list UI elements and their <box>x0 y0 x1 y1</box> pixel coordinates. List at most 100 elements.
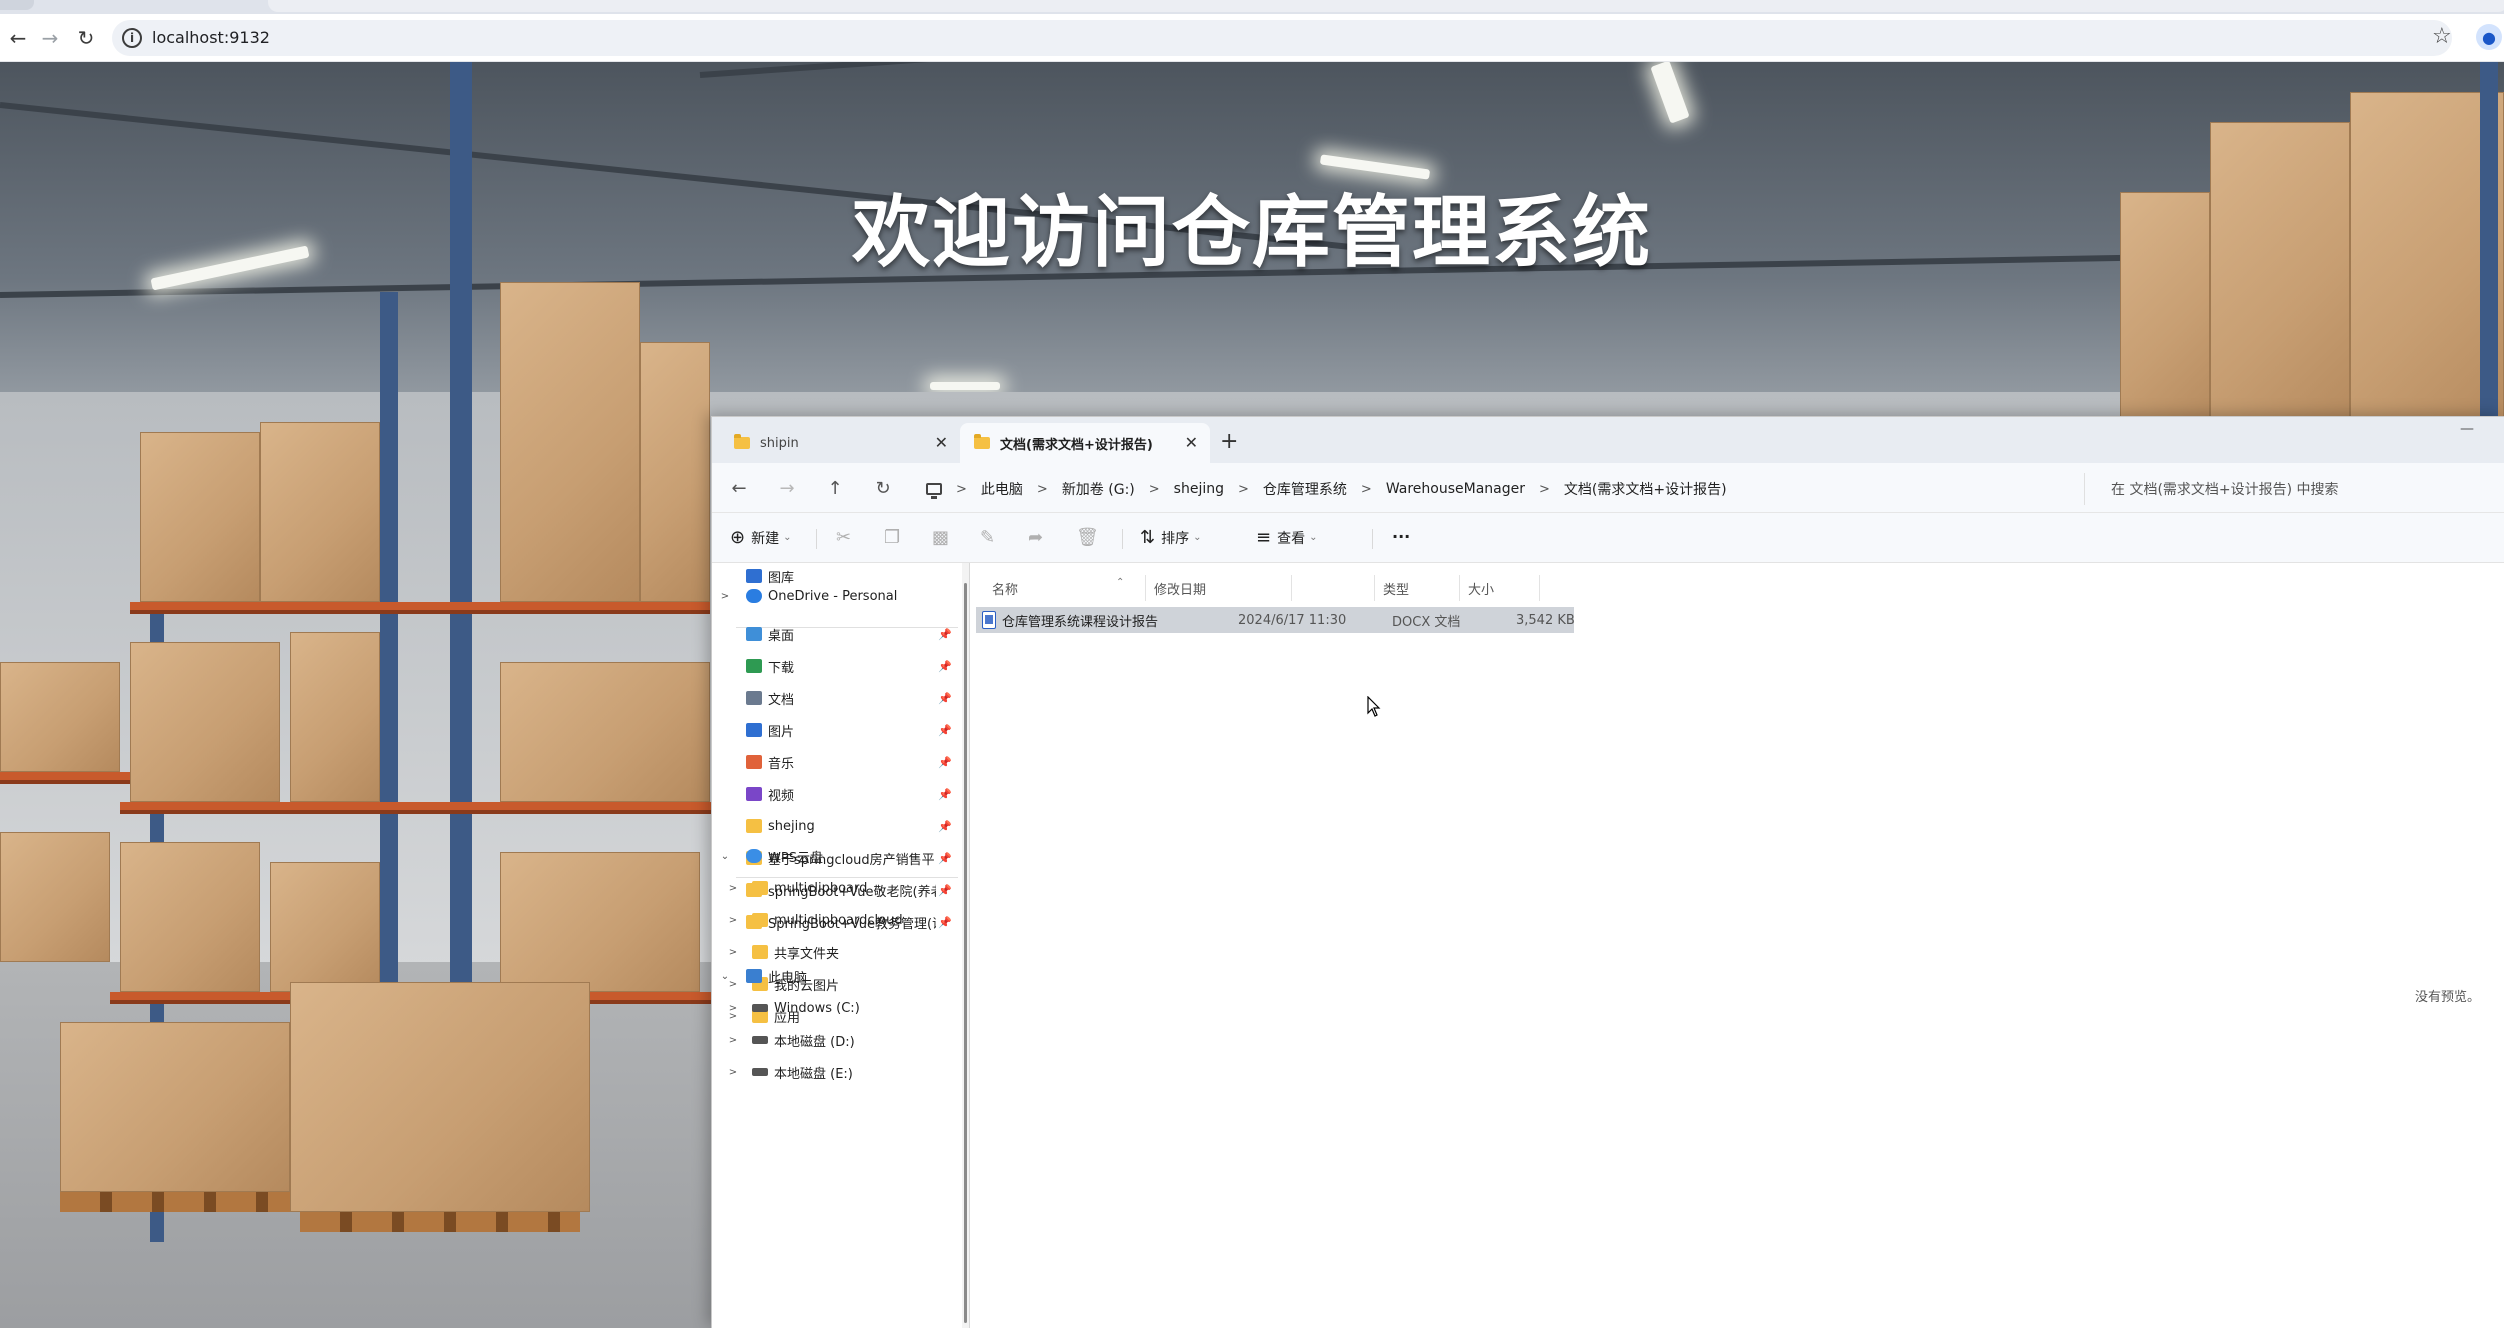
nav-label: 视频 <box>768 788 795 804</box>
chevron-right-icon[interactable]: > <box>726 1067 740 1078</box>
chevron-right-icon[interactable]: > <box>1539 482 1550 497</box>
nav-item-quick-access[interactable]: 文档 📌 <box>712 685 960 711</box>
pin-icon[interactable]: 📌 <box>938 660 952 673</box>
column-header-date[interactable]: 修改日期 <box>1146 575 1292 601</box>
column-label: 类型 <box>1383 582 1410 598</box>
minimize-icon[interactable]: — <box>2460 421 2474 437</box>
sort-button[interactable]: ⇅ 排序 ⌄ <box>1140 527 1201 548</box>
chevron-down-icon[interactable]: ⌄ <box>718 971 732 982</box>
view-button[interactable]: ≡ 查看 ⌄ <box>1256 527 1317 548</box>
video-icon <box>746 787 762 801</box>
pin-icon[interactable]: 📌 <box>938 628 952 641</box>
browser-tab-fragment[interactable] <box>0 0 34 10</box>
explorer-tab-documents[interactable]: 文档(需求文档+设计报告) ✕ <box>960 423 1210 463</box>
breadcrumb-item-current[interactable]: 文档(需求文档+设计报告) <box>1564 479 1727 499</box>
cut-button[interactable]: ✂ <box>836 527 857 548</box>
nav-item-quick-access[interactable]: 音乐 📌 <box>712 749 960 775</box>
forward-arrow-icon[interactable]: → <box>774 475 800 501</box>
column-label: 名称 <box>992 582 1019 598</box>
breadcrumb-item[interactable]: WarehouseManager <box>1386 481 1525 497</box>
new-tab-plus-icon[interactable]: + <box>1220 429 1238 454</box>
delete-button[interactable]: 🗑 <box>1076 527 1105 548</box>
chevron-down-icon: ⌄ <box>1193 532 1202 543</box>
nav-label: 本地磁盘 (D:) <box>774 1034 855 1050</box>
site-info-icon[interactable]: i <box>122 28 142 48</box>
nav-item-wps-folder[interactable]: > 共享文件夹 <box>712 939 960 965</box>
close-tab-icon[interactable]: ✕ <box>935 433 948 452</box>
chevron-right-icon[interactable]: > <box>1149 482 1160 497</box>
chevron-right-icon[interactable]: > <box>1361 482 1372 497</box>
file-list-pane: 名称 ⌃ 修改日期 类型 大小 仓库管理系统课程设计报告 2024/6/17 1… <box>972 563 2504 1328</box>
bookmark-star-icon[interactable]: ☆ <box>2432 24 2452 49</box>
nav-item-this-pc[interactable]: ⌄ 此电脑 <box>712 963 960 989</box>
share-button[interactable]: ➦ <box>1028 527 1049 548</box>
chevron-right-icon[interactable]: > <box>726 947 740 958</box>
nav-item-quick-access[interactable]: 下载 📌 <box>712 653 960 679</box>
profile-avatar-icon[interactable]: ● <box>2476 24 2502 50</box>
chevron-right-icon[interactable]: > <box>726 915 740 926</box>
breadcrumb[interactable]: > 此电脑 > 新加卷 (G:) > shejing > 仓库管理系统 > Wa… <box>926 473 1846 505</box>
nav-item-wps[interactable]: ⌄ WPS云盘 <box>712 843 960 869</box>
table-row[interactable]: 仓库管理系统课程设计报告 2024/6/17 11:30 DOCX 文档 3,5… <box>976 607 1575 633</box>
welcome-title: 欢迎访问仓库管理系统 <box>851 188 1652 278</box>
new-button[interactable]: ⊕ 新建 ⌄ <box>730 527 791 548</box>
chevron-right-icon[interactable]: > <box>726 1003 740 1014</box>
chevron-right-icon[interactable]: > <box>956 482 967 497</box>
more-options-button[interactable]: ··· <box>1392 527 1410 546</box>
rename-button[interactable]: ✎ <box>980 527 1001 548</box>
file-name[interactable]: 仓库管理系统课程设计报告 <box>1002 611 1158 630</box>
back-arrow-icon[interactable]: ← <box>4 24 32 52</box>
chevron-right-icon[interactable]: > <box>718 591 732 602</box>
nav-item-onedrive[interactable]: > OneDrive - Personal <box>712 583 960 609</box>
scissors-icon: ✂ <box>836 527 852 548</box>
breadcrumb-item[interactable]: 新加卷 (G:) <box>1062 479 1135 499</box>
chevron-right-icon[interactable]: > <box>1037 482 1048 497</box>
nav-item-drive[interactable]: > Windows (C:) <box>712 995 960 1021</box>
nav-label: 图片 <box>768 724 795 740</box>
nav-item-wps-folder[interactable]: > multiclipboardcloud <box>712 907 960 933</box>
up-arrow-icon[interactable]: ↑ <box>822 475 848 501</box>
paste-icon: ▩ <box>932 527 950 548</box>
explorer-tab-shipin[interactable]: shipin ✕ <box>720 423 960 463</box>
pin-icon[interactable]: 📌 <box>938 820 952 833</box>
breadcrumb-item[interactable]: 此电脑 <box>981 479 1023 499</box>
wooden-pallet <box>300 1212 580 1232</box>
nav-item-quick-access[interactable]: shejing 📌 <box>712 813 960 839</box>
chevron-right-icon[interactable]: > <box>726 1035 740 1046</box>
chevron-down-icon[interactable]: ⌄ <box>718 851 732 862</box>
column-header-type[interactable]: 类型 <box>1374 575 1460 601</box>
column-header-size[interactable]: 大小 <box>1460 575 1540 601</box>
nav-scrollbar[interactable] <box>964 583 967 1323</box>
paste-button[interactable]: ▩ <box>932 527 955 548</box>
column-header-name[interactable]: 名称 ⌃ <box>984 575 1146 601</box>
nav-item-drive[interactable]: > 本地磁盘 (D:) <box>712 1027 960 1053</box>
browser-active-tab[interactable] <box>268 0 2504 12</box>
plus-circle-icon: ⊕ <box>730 527 746 548</box>
copy-button[interactable]: ❐ <box>884 527 906 548</box>
nav-item-quick-access[interactable]: 图片 📌 <box>712 717 960 743</box>
pin-icon[interactable]: 📌 <box>938 724 952 737</box>
reload-icon[interactable]: ↻ <box>72 24 100 52</box>
pin-icon[interactable]: 📌 <box>938 756 952 769</box>
back-arrow-icon[interactable]: ← <box>726 475 752 501</box>
cardboard-box <box>60 1022 290 1192</box>
breadcrumb-item[interactable]: shejing <box>1174 481 1224 497</box>
forward-arrow-icon[interactable]: → <box>36 24 64 52</box>
cardboard-box <box>290 632 380 802</box>
search-input[interactable]: 在 文档(需求文档+设计报告) 中搜索 <box>2084 473 2504 505</box>
nav-item-wps-folder[interactable]: > multiclipboard <box>712 875 960 901</box>
address-bar[interactable]: i localhost:9132 <box>112 20 2452 56</box>
chevron-right-icon[interactable]: > <box>1238 482 1249 497</box>
chevron-right-icon[interactable]: > <box>726 883 740 894</box>
breadcrumb-item[interactable]: 仓库管理系统 <box>1263 479 1347 499</box>
pin-icon[interactable]: 📌 <box>938 692 952 705</box>
file-date: 2024/6/17 11:30 <box>1238 612 1347 628</box>
nav-item-quick-access[interactable]: 视频 📌 <box>712 781 960 807</box>
close-tab-icon[interactable]: ✕ <box>1185 433 1198 452</box>
desktop-icon <box>746 627 762 641</box>
sort-up-icon: ⌃ <box>1116 577 1125 588</box>
nav-item-quick-access[interactable]: 桌面 📌 <box>712 621 960 647</box>
nav-item-drive[interactable]: > 本地磁盘 (E:) <box>712 1059 960 1085</box>
pin-icon[interactable]: 📌 <box>938 788 952 801</box>
refresh-icon[interactable]: ↻ <box>870 475 896 501</box>
